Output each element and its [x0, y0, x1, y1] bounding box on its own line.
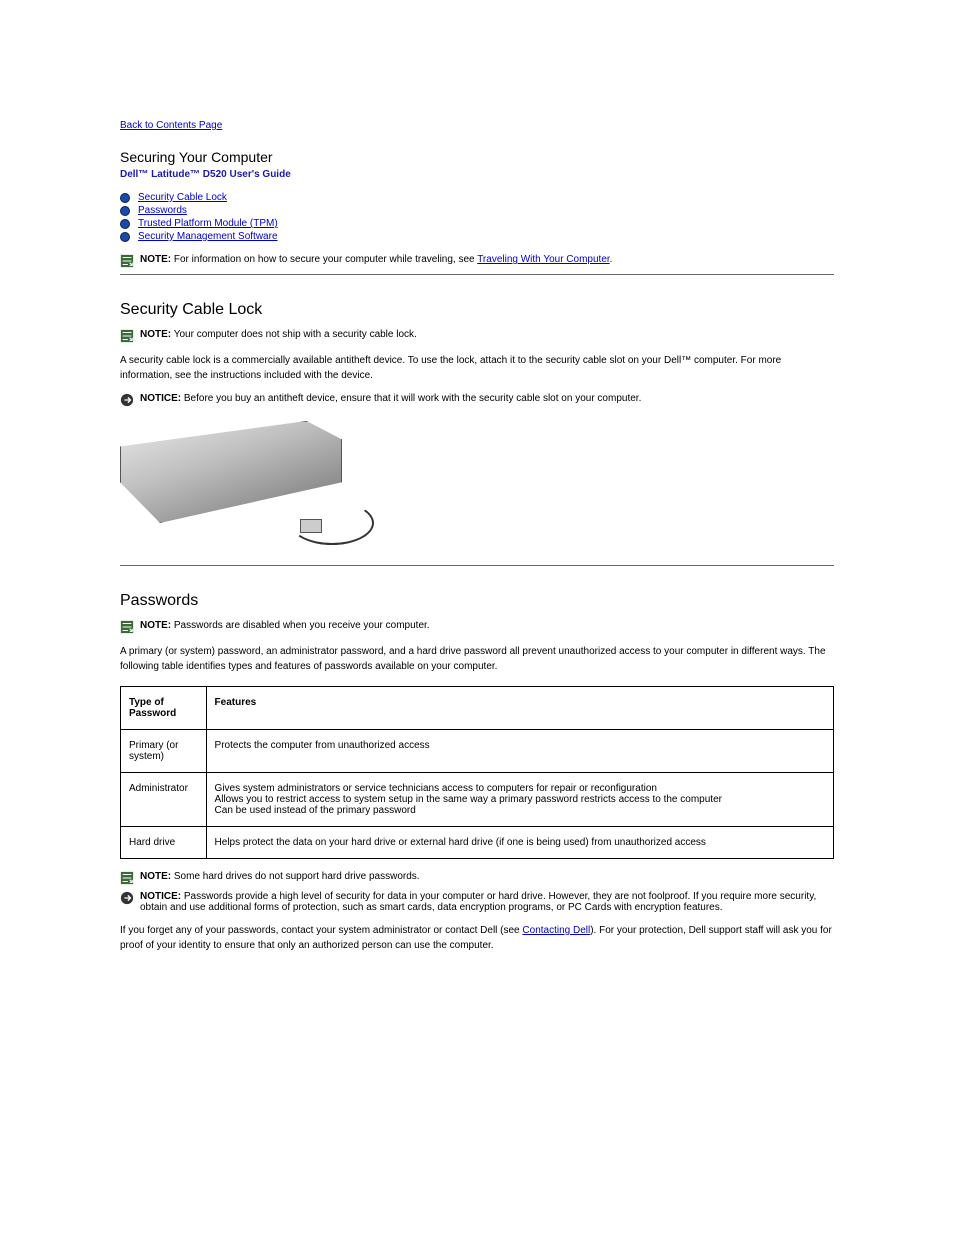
cell-features: Protects the computer from unauthorized …: [206, 730, 833, 773]
table-row: Administrator Gives system administrator…: [121, 773, 834, 827]
toc-item: Trusted Platform Module (TPM): [120, 218, 834, 229]
bullet-icon: [120, 219, 130, 229]
toc-link-tpm[interactable]: Trusted Platform Module (TPM): [138, 218, 278, 229]
toc-link-security-management-software[interactable]: Security Management Software: [138, 231, 278, 242]
passwords-intro-paragraph: A primary (or system) password, an admin…: [120, 644, 834, 674]
cell-password-type: Hard drive: [121, 827, 207, 859]
notice-icon: [120, 393, 134, 407]
note-icon: [120, 254, 134, 268]
contacting-dell-link[interactable]: Contacting Dell: [522, 925, 590, 936]
table-row: Primary (or system) Protects the compute…: [121, 730, 834, 773]
note-icon: [120, 329, 134, 343]
toc-item: Passwords: [120, 205, 834, 216]
bullet-icon: [120, 232, 130, 242]
cable-lock-note: NOTE: Your computer does not ship with a…: [120, 329, 834, 343]
traveling-link[interactable]: Traveling With Your Computer: [477, 254, 609, 265]
table-header-features: Features: [206, 687, 833, 730]
cell-password-type: Administrator: [121, 773, 207, 827]
heading-security-cable-lock: Security Cable Lock: [120, 301, 834, 319]
note-text: NOTE: For information on how to secure y…: [140, 254, 612, 265]
cable-lock-paragraph: A security cable lock is a commercially …: [120, 353, 834, 383]
cell-features: Gives system administrators or service t…: [206, 773, 833, 827]
toc-item: Security Cable Lock: [120, 192, 834, 203]
heading-passwords: Passwords: [120, 592, 834, 610]
toc-link-passwords[interactable]: Passwords: [138, 205, 187, 216]
cell-password-type: Primary (or system): [121, 730, 207, 773]
hard-drive-note: NOTE: Some hard drives do not support ha…: [120, 871, 834, 885]
note-icon: [120, 620, 134, 634]
intro-note: NOTE: For information on how to secure y…: [120, 254, 834, 268]
cable-lock-notice: NOTICE: Before you buy an antitheft devi…: [120, 393, 834, 407]
page-title: Securing Your Computer: [120, 149, 834, 165]
cell-features: Helps protect the data on your hard driv…: [206, 827, 833, 859]
note-text: NOTE: Some hard drives do not support ha…: [140, 871, 420, 882]
notice-text: NOTICE: Passwords provide a high level o…: [140, 891, 834, 913]
divider: [120, 565, 834, 566]
passwords-notice: NOTICE: Passwords provide a high level o…: [120, 891, 834, 913]
divider: [120, 274, 834, 275]
laptop-cable-lock-image: [120, 421, 380, 551]
password-types-table: Type of Password Features Primary (or sy…: [120, 686, 834, 859]
note-icon: [120, 871, 134, 885]
table-row: Hard drive Helps protect the data on you…: [121, 827, 834, 859]
table-of-contents: Security Cable Lock Passwords Trusted Pl…: [120, 192, 834, 242]
forgot-password-paragraph: If you forget any of your passwords, con…: [120, 923, 834, 953]
note-text: NOTE: Passwords are disabled when you re…: [140, 620, 430, 631]
toc-item: Security Management Software: [120, 231, 834, 242]
bullet-icon: [120, 206, 130, 216]
note-text: NOTE: Your computer does not ship with a…: [140, 329, 417, 340]
passwords-note: NOTE: Passwords are disabled when you re…: [120, 620, 834, 634]
notice-icon: [120, 891, 134, 905]
table-header-type: Type of Password: [121, 687, 207, 730]
notice-text: NOTICE: Before you buy an antitheft devi…: [140, 393, 641, 404]
bullet-icon: [120, 193, 130, 203]
document-subtitle: Dell™ Latitude™ D520 User's Guide: [120, 169, 834, 180]
back-to-contents-link[interactable]: Back to Contents Page: [120, 120, 222, 131]
toc-link-security-cable-lock[interactable]: Security Cable Lock: [138, 192, 227, 203]
